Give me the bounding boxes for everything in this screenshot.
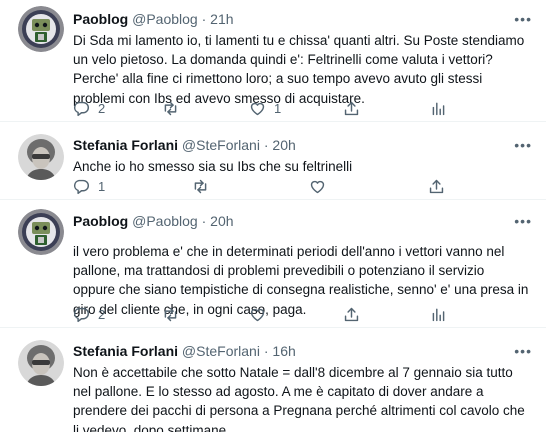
share-icon bbox=[344, 307, 359, 321]
tweet-actions: 2 1 bbox=[73, 98, 533, 118]
author-handle[interactable]: @SteForlani bbox=[182, 137, 260, 153]
tweet[interactable]: Paoblog @Paoblog · 20h il vero problema … bbox=[0, 200, 546, 328]
woman-portrait-avatar-icon[interactable] bbox=[18, 340, 64, 386]
separator: · bbox=[263, 343, 269, 359]
tweet-text: Anche io ho smesso sia su Ibs che su fel… bbox=[73, 159, 353, 174]
like-button[interactable] bbox=[309, 176, 334, 196]
tweet[interactable]: Stefania Forlani @SteForlani · 20h Anche… bbox=[0, 122, 546, 200]
author-name[interactable]: Stefania Forlani bbox=[73, 137, 178, 153]
tweet-body: Paoblog @Paoblog · 20h il vero problema … bbox=[73, 212, 532, 319]
analytics-button[interactable] bbox=[430, 98, 447, 118]
author-handle[interactable]: @SteForlani bbox=[182, 343, 260, 359]
reply-icon bbox=[73, 179, 89, 194]
author-name[interactable]: Paoblog bbox=[73, 11, 128, 27]
separator: · bbox=[201, 11, 207, 27]
separator: · bbox=[263, 137, 269, 153]
retweet-button[interactable] bbox=[162, 98, 187, 118]
reply-icon bbox=[73, 101, 89, 116]
author-handle[interactable]: @Paoblog bbox=[132, 213, 198, 229]
retweet-icon bbox=[164, 101, 177, 115]
like-button[interactable] bbox=[249, 304, 274, 324]
reply-count: 1 bbox=[98, 178, 106, 194]
blogger-avatar-icon[interactable] bbox=[18, 6, 64, 52]
more-dots-icon[interactable]: ••• bbox=[514, 214, 532, 228]
heart-icon bbox=[250, 308, 265, 321]
tweet-header: Stefania Forlani @SteForlani · 20h bbox=[73, 136, 532, 154]
like-button[interactable]: 1 bbox=[249, 98, 281, 118]
timestamp[interactable]: 21h bbox=[210, 11, 233, 27]
more-dots-icon[interactable]: ••• bbox=[514, 12, 532, 26]
share-icon bbox=[344, 101, 359, 115]
analytics-icon bbox=[432, 102, 445, 115]
woman-portrait-avatar-icon[interactable] bbox=[18, 134, 64, 180]
like-count: 1 bbox=[274, 100, 282, 116]
timestamp[interactable]: 20h bbox=[272, 137, 295, 153]
analytics-button[interactable] bbox=[430, 304, 447, 324]
retweet-button[interactable] bbox=[192, 176, 217, 196]
share-button[interactable] bbox=[343, 98, 360, 118]
retweet-icon bbox=[164, 307, 177, 321]
tweet-text: Di Sda mi lamento io, ti lamenti tu e ch… bbox=[73, 33, 525, 106]
reply-button[interactable]: 2 bbox=[73, 304, 105, 324]
heart-icon bbox=[310, 180, 325, 193]
author-name[interactable]: Stefania Forlani bbox=[73, 343, 178, 359]
tweet-actions: 2 bbox=[73, 304, 533, 324]
reply-button[interactable]: 2 bbox=[73, 98, 105, 118]
heart-icon bbox=[250, 102, 265, 115]
tweet-body: Paoblog @Paoblog · 21h Di Sda mi lamento… bbox=[73, 10, 532, 108]
share-button[interactable] bbox=[343, 304, 360, 324]
conversation-thread: Paoblog @Paoblog · 21h Di Sda mi lamento… bbox=[0, 0, 546, 432]
tweet[interactable]: Stefania Forlani @SteForlani · 16h Non è… bbox=[0, 328, 546, 432]
blogger-avatar-icon[interactable] bbox=[18, 209, 64, 255]
more-dots-icon[interactable]: ••• bbox=[514, 138, 532, 152]
author-handle[interactable]: @Paoblog bbox=[132, 11, 198, 27]
author-name[interactable]: Paoblog bbox=[73, 213, 128, 229]
retweet-button[interactable] bbox=[162, 304, 187, 324]
analytics-icon bbox=[432, 308, 445, 321]
share-button[interactable] bbox=[428, 176, 445, 196]
tweet-header: Paoblog @Paoblog · 21h bbox=[73, 10, 532, 28]
tweet-header: Paoblog @Paoblog · 20h bbox=[73, 212, 532, 230]
reply-icon bbox=[73, 307, 89, 322]
more-dots-icon[interactable]: ••• bbox=[514, 344, 532, 358]
timestamp[interactable]: 16h bbox=[272, 343, 295, 359]
reply-button[interactable]: 1 bbox=[73, 176, 105, 196]
tweet[interactable]: Paoblog @Paoblog · 21h Di Sda mi lamento… bbox=[0, 0, 546, 122]
tweet-text: Non è accettabile che sotto Natale = dal… bbox=[73, 365, 525, 432]
reply-count: 2 bbox=[98, 306, 106, 322]
separator: · bbox=[201, 213, 207, 229]
tweet-actions: 1 bbox=[73, 176, 533, 196]
share-icon bbox=[429, 179, 444, 193]
reply-count: 2 bbox=[98, 100, 106, 116]
tweet-body: Stefania Forlani @SteForlani · 16h Non è… bbox=[73, 342, 532, 432]
tweet-header: Stefania Forlani @SteForlani · 16h bbox=[73, 342, 532, 360]
tweet-body: Stefania Forlani @SteForlani · 20h Anche… bbox=[73, 136, 532, 176]
timestamp[interactable]: 20h bbox=[210, 213, 233, 229]
retweet-icon bbox=[194, 179, 207, 193]
